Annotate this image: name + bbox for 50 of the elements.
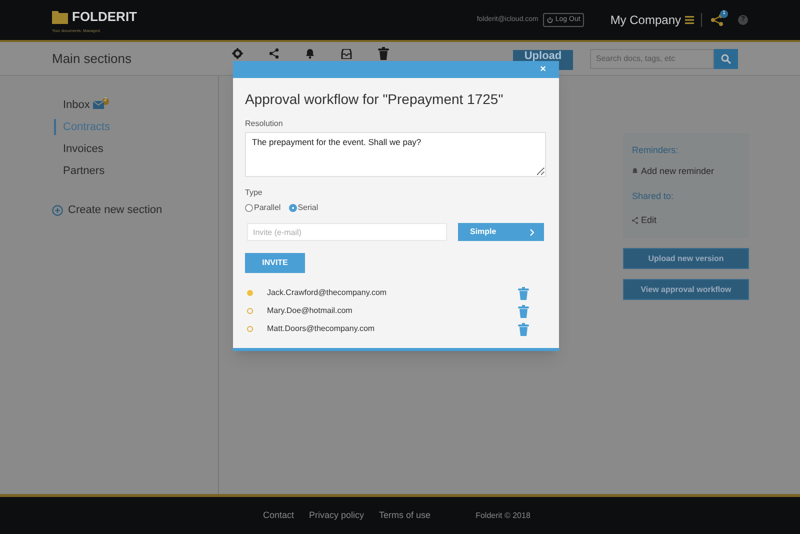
folder-icon [52, 10, 68, 24]
reminders-title: Reminders: [632, 144, 680, 157]
trash-icon[interactable] [518, 304, 529, 318]
bell-icon[interactable] [632, 168, 638, 175]
action-button[interactable]: View approval workflow [623, 279, 749, 300]
invite-button[interactable]: INVITE [245, 253, 305, 273]
radio-label: Parallel [254, 202, 281, 214]
section-title: Main sections [52, 50, 132, 68]
footer-link[interactable]: Contact [263, 508, 294, 522]
field-label: Type [245, 187, 264, 199]
copyright: Folderit © 2018 [476, 510, 530, 522]
chevron-icon [530, 228, 534, 236]
footer-link[interactable]: Terms of use [379, 508, 431, 522]
inbox-tray-icon[interactable] [341, 48, 352, 58]
invitee-email: Jack.Crawford@thecompany.com [267, 287, 388, 299]
mail-icon [92, 101, 104, 109]
shared-title: Shared to: [632, 190, 675, 203]
edit-link[interactable]: Edit [641, 214, 657, 227]
dialog-title: Approval workflow for "Prepayment 1725" [245, 90, 504, 109]
trash-icon[interactable] [518, 322, 529, 336]
radio-button[interactable] [288, 204, 297, 212]
plus-circle-icon[interactable] [52, 204, 63, 216]
logo[interactable]: FOLDERIT [72, 7, 137, 27]
share-icon[interactable] [269, 48, 279, 59]
footer-link[interactable]: Privacy policy [309, 508, 364, 522]
create-section-link[interactable]: Create new section [68, 202, 162, 218]
sidebar-item[interactable]: Partners [54, 162, 105, 180]
radio-button[interactable] [245, 204, 253, 212]
trash-icon[interactable] [378, 47, 389, 60]
search-button[interactable] [714, 48, 738, 68]
resolution-field[interactable]: The prepayment for the event. Shall we pay? [245, 132, 546, 177]
bell-icon[interactable] [305, 48, 315, 59]
invite-field[interactable]: Invite (e-mail) [247, 223, 447, 241]
mode-dropdown[interactable]: Simple [458, 223, 544, 241]
invitee-email: Mary.Doe@hotmail.com [267, 305, 354, 317]
trash-icon[interactable] [518, 286, 529, 300]
sidebar-item[interactable]: Inbox [54, 96, 90, 114]
field-label: Resolution [245, 118, 284, 130]
power-icon [547, 17, 554, 23]
action-button[interactable]: Upload new version [623, 248, 749, 269]
share-icon[interactable] [632, 216, 638, 224]
add-reminder-link[interactable]: Add new reminder [641, 164, 714, 178]
sidebar-item[interactable]: Invoices [54, 140, 104, 158]
gear-icon[interactable] [232, 48, 243, 59]
menu-icon[interactable] [685, 16, 694, 24]
search-icon [721, 54, 731, 64]
company-name[interactable]: My Company [610, 11, 681, 29]
invitee-email: Matt.Doors@thecompany.com [267, 323, 376, 335]
radio-label: Serial [298, 202, 318, 214]
search-field[interactable]: Search docs, tags, etc [590, 49, 714, 69]
